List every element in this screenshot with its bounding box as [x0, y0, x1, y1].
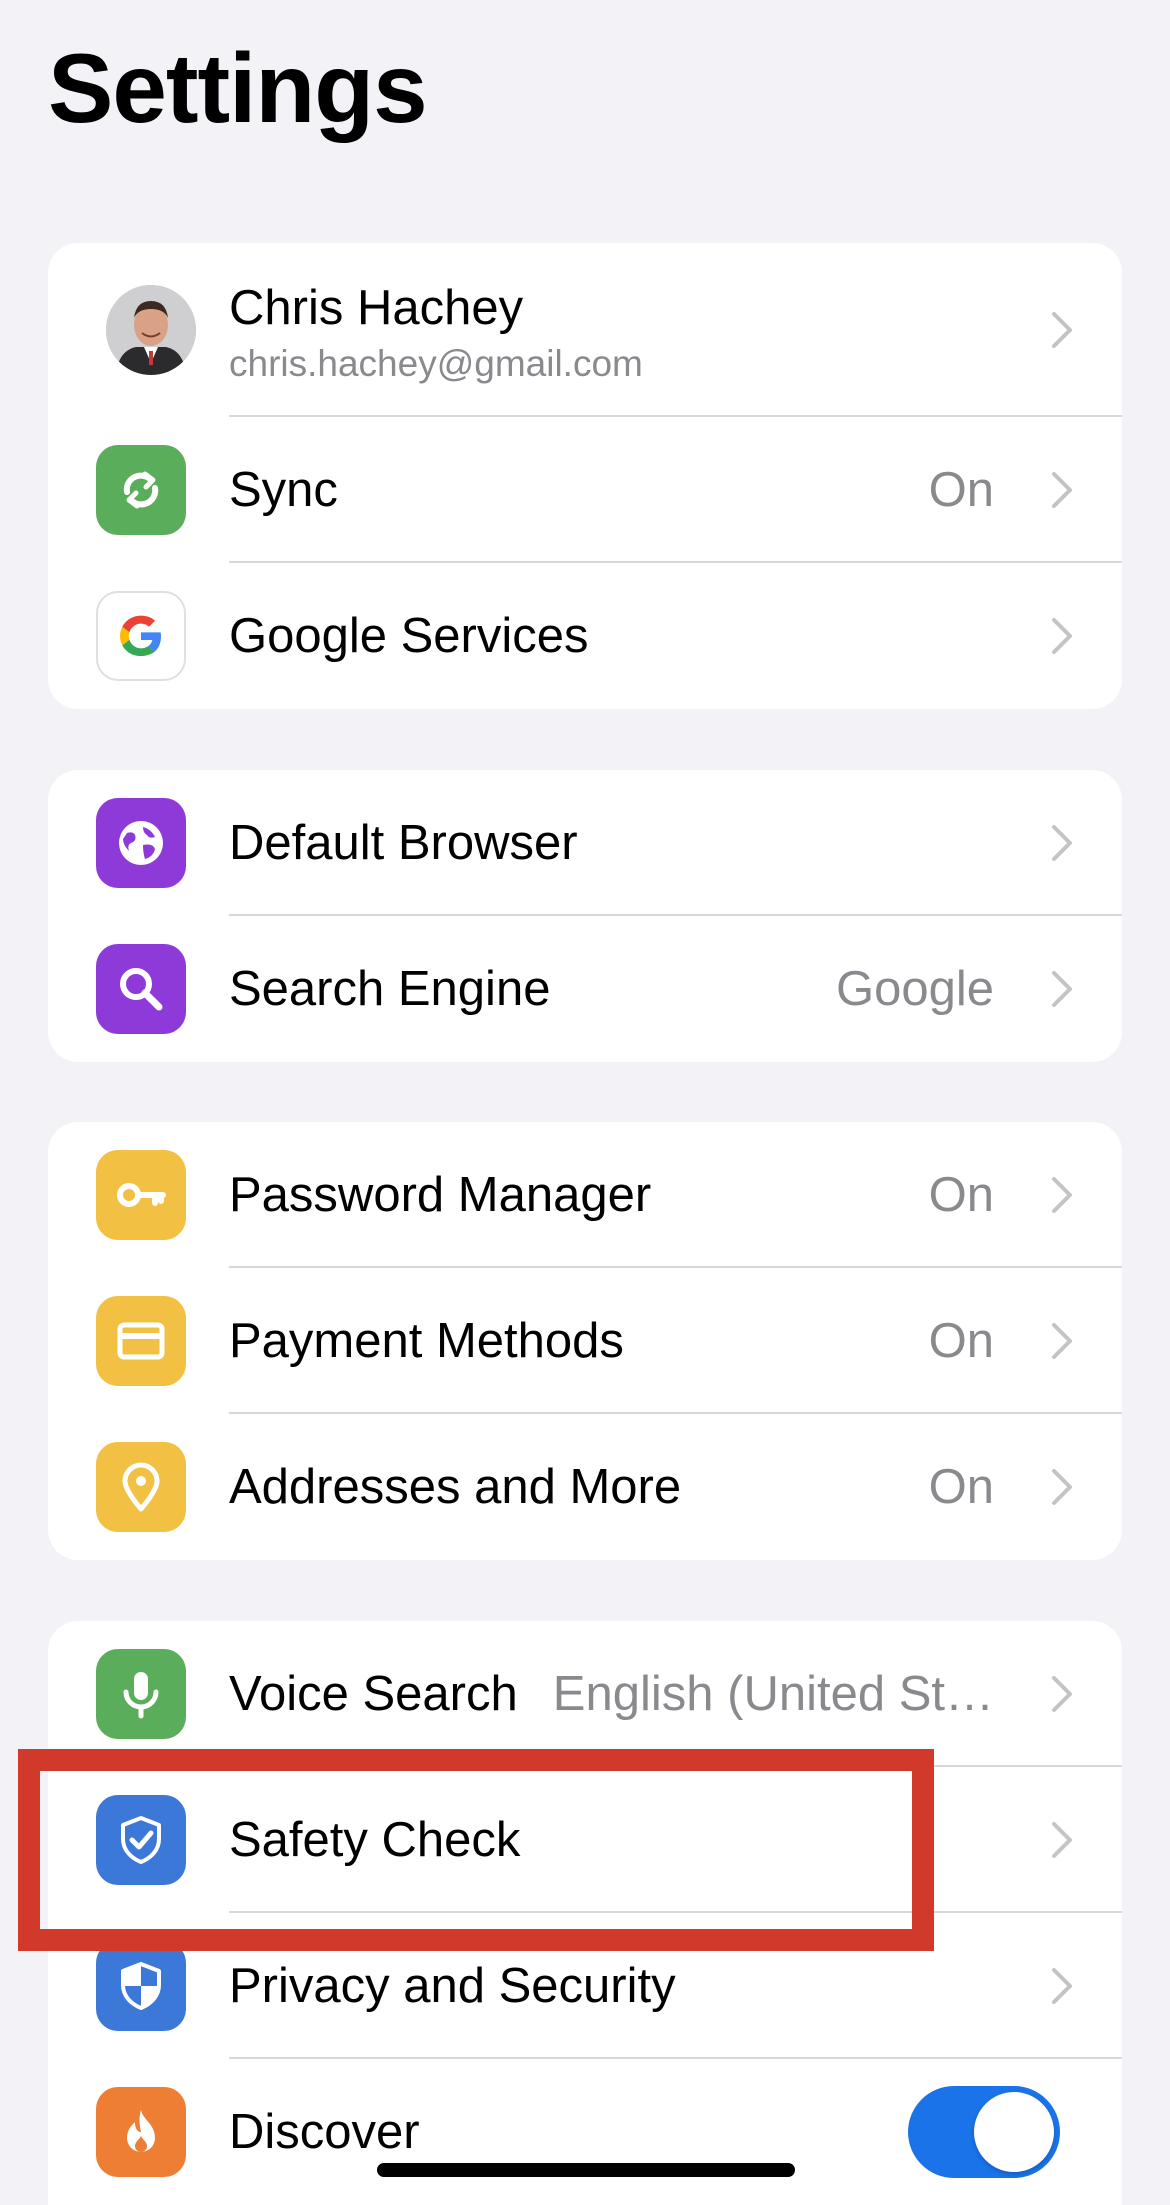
addresses-row[interactable]: Addresses and More On: [48, 1414, 1122, 1560]
chevron-right-icon: [1052, 825, 1072, 861]
home-indicator: [377, 2163, 795, 2177]
voice-search-value: English (United St…: [552, 1667, 994, 1721]
payment-methods-value: On: [928, 1314, 994, 1368]
chevron-right-icon: [1052, 1968, 1072, 2004]
google-services-row[interactable]: Google Services: [48, 563, 1122, 709]
google-services-label: Google Services: [229, 609, 589, 663]
default-browser-label: Default Browser: [229, 816, 578, 870]
addresses-label: Addresses and More: [229, 1460, 682, 1514]
chevron-right-icon: [1052, 1323, 1072, 1359]
microphone-icon: [96, 1649, 186, 1739]
payment-methods-label: Payment Methods: [229, 1314, 624, 1368]
flame-icon: [96, 2087, 186, 2177]
password-manager-label: Password Manager: [229, 1168, 652, 1222]
sync-value: On: [928, 463, 994, 517]
credit-card-icon: [96, 1296, 186, 1386]
search-icon: [96, 944, 186, 1034]
voice-search-label: Voice Search: [229, 1667, 518, 1721]
browser-group: Default Browser Search Engine Google: [48, 770, 1122, 1062]
discover-row: Discover: [48, 2059, 1122, 2205]
default-browser-row[interactable]: Default Browser: [48, 770, 1122, 916]
sync-row[interactable]: Sync On: [48, 417, 1122, 563]
search-engine-label: Search Engine: [229, 962, 551, 1016]
privacy-security-label: Privacy and Security: [229, 1959, 676, 2013]
sync-icon: [96, 445, 186, 535]
payment-methods-row[interactable]: Payment Methods On: [48, 1268, 1122, 1414]
voice-search-row[interactable]: Voice Search English (United St…: [48, 1621, 1122, 1767]
chevron-right-icon: [1052, 312, 1072, 348]
autofill-group: Password Manager On Payment Methods On A…: [48, 1122, 1122, 1560]
chevron-right-icon: [1052, 472, 1072, 508]
avatar: [106, 285, 196, 375]
search-engine-row[interactable]: Search Engine Google: [48, 916, 1122, 1062]
key-icon: [96, 1150, 186, 1240]
location-pin-icon: [96, 1442, 186, 1532]
account-name: Chris Hachey: [229, 281, 524, 335]
search-engine-value: Google: [835, 962, 994, 1016]
password-manager-row[interactable]: Password Manager On: [48, 1122, 1122, 1268]
chevron-right-icon: [1052, 1177, 1072, 1213]
chevron-right-icon: [1052, 1469, 1072, 1505]
chevron-right-icon: [1052, 1676, 1072, 1712]
safety-check-highlight: [18, 1749, 934, 1951]
account-email: chris.hachey@gmail.com: [229, 343, 643, 384]
chevron-right-icon: [1052, 1822, 1072, 1858]
discover-toggle[interactable]: [908, 2086, 1060, 2178]
toggle-knob: [974, 2092, 1054, 2172]
page-title: Settings: [48, 33, 428, 143]
shield-icon: [96, 1941, 186, 2031]
account-row[interactable]: Chris Hachey chris.hachey@gmail.com: [48, 243, 1122, 417]
addresses-value: On: [928, 1460, 994, 1514]
discover-label: Discover: [229, 2105, 420, 2159]
account-group: Chris Hachey chris.hachey@gmail.com Sync…: [48, 243, 1122, 709]
password-manager-value: On: [928, 1168, 994, 1222]
google-logo-icon: [96, 591, 186, 681]
sync-label: Sync: [229, 463, 338, 517]
globe-icon: [96, 798, 186, 888]
chevron-right-icon: [1052, 971, 1072, 1007]
chevron-right-icon: [1052, 618, 1072, 654]
